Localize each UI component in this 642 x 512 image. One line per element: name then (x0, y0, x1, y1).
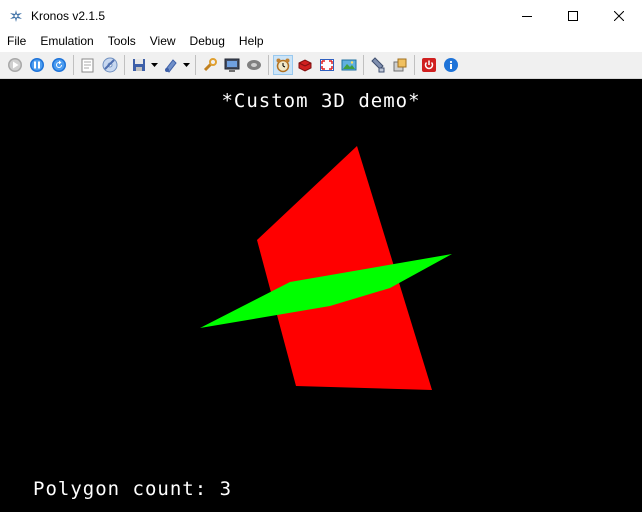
chevron-down-icon (182, 63, 190, 67)
screenshot-button[interactable] (340, 56, 358, 74)
about-button[interactable] (442, 56, 460, 74)
toolbar-separator (124, 55, 125, 75)
power-icon (422, 58, 436, 72)
cd-drive-icon (247, 60, 261, 70)
open-iso-icon (81, 58, 94, 73)
reset-button[interactable] (50, 56, 68, 74)
alarm-clock-button[interactable] (273, 55, 293, 75)
open-cd-button[interactable] (101, 56, 119, 74)
load-state-button[interactable] (162, 56, 180, 74)
emulator-window: Kronos v2.1.5 File Emulation Tools View … (0, 0, 642, 512)
menu-file[interactable]: File (0, 31, 33, 52)
settings-button[interactable] (201, 56, 219, 74)
toolbar-separator (268, 55, 269, 75)
pause-button[interactable] (28, 56, 46, 74)
title-bar: Kronos v2.1.5 (0, 0, 642, 31)
pause-icon (30, 58, 44, 72)
close-button[interactable] (596, 0, 642, 31)
load-state-icon (165, 59, 177, 73)
transfer-button[interactable] (391, 56, 409, 74)
open-cd-icon (102, 57, 118, 73)
minimize-icon (522, 15, 532, 17)
emulator-screen[interactable]: *Custom 3D demo* Polygon count: 3 (0, 80, 642, 512)
cd-drive-button[interactable] (245, 56, 263, 74)
menu-bar: File Emulation Tools View Debug Help (0, 31, 642, 52)
toolbar (0, 52, 642, 79)
monitor-icon (224, 58, 240, 72)
window-controls (504, 0, 642, 31)
chevron-down-icon (150, 63, 158, 67)
screenshot-icon (341, 59, 357, 71)
menu-debug[interactable]: Debug (183, 31, 232, 52)
power-button[interactable] (420, 56, 438, 74)
close-icon (614, 10, 624, 21)
kronos-app-icon (8, 8, 24, 24)
alarm-clock-icon (276, 58, 290, 73)
record-button[interactable] (296, 56, 314, 74)
load-state-dropdown[interactable] (182, 56, 190, 74)
polygon-count-label: Polygon count: 3 (33, 478, 233, 500)
save-state-button[interactable] (130, 56, 148, 74)
menu-view[interactable]: View (143, 31, 183, 52)
transfer-icon (393, 58, 407, 72)
menu-tools[interactable]: Tools (101, 31, 143, 52)
record-icon (298, 59, 312, 72)
fullscreen-button[interactable] (318, 56, 336, 74)
cheats-icon (371, 57, 385, 73)
fullscreen-icon (320, 59, 334, 71)
open-iso-button[interactable] (79, 56, 97, 74)
reset-icon (52, 58, 66, 72)
menu-emulation[interactable]: Emulation (33, 31, 100, 52)
maximize-icon (568, 10, 578, 21)
save-state-dropdown[interactable] (150, 56, 158, 74)
toolbar-separator (414, 55, 415, 75)
monitor-button[interactable] (223, 56, 241, 74)
cheats-button[interactable] (369, 56, 387, 74)
menu-help[interactable]: Help (232, 31, 271, 52)
demo-title: *Custom 3D demo* (221, 90, 421, 112)
toolbar-separator (73, 55, 74, 75)
3d-scene (200, 146, 452, 390)
window-title: Kronos v2.1.5 (31, 8, 106, 23)
about-icon (444, 58, 458, 72)
settings-wrench-icon (203, 58, 217, 72)
run-button[interactable] (6, 56, 24, 74)
minimize-button[interactable] (504, 0, 550, 31)
run-icon (8, 58, 22, 72)
save-state-icon (133, 59, 145, 71)
maximize-button[interactable] (550, 0, 596, 31)
toolbar-separator (363, 55, 364, 75)
toolbar-separator (195, 55, 196, 75)
